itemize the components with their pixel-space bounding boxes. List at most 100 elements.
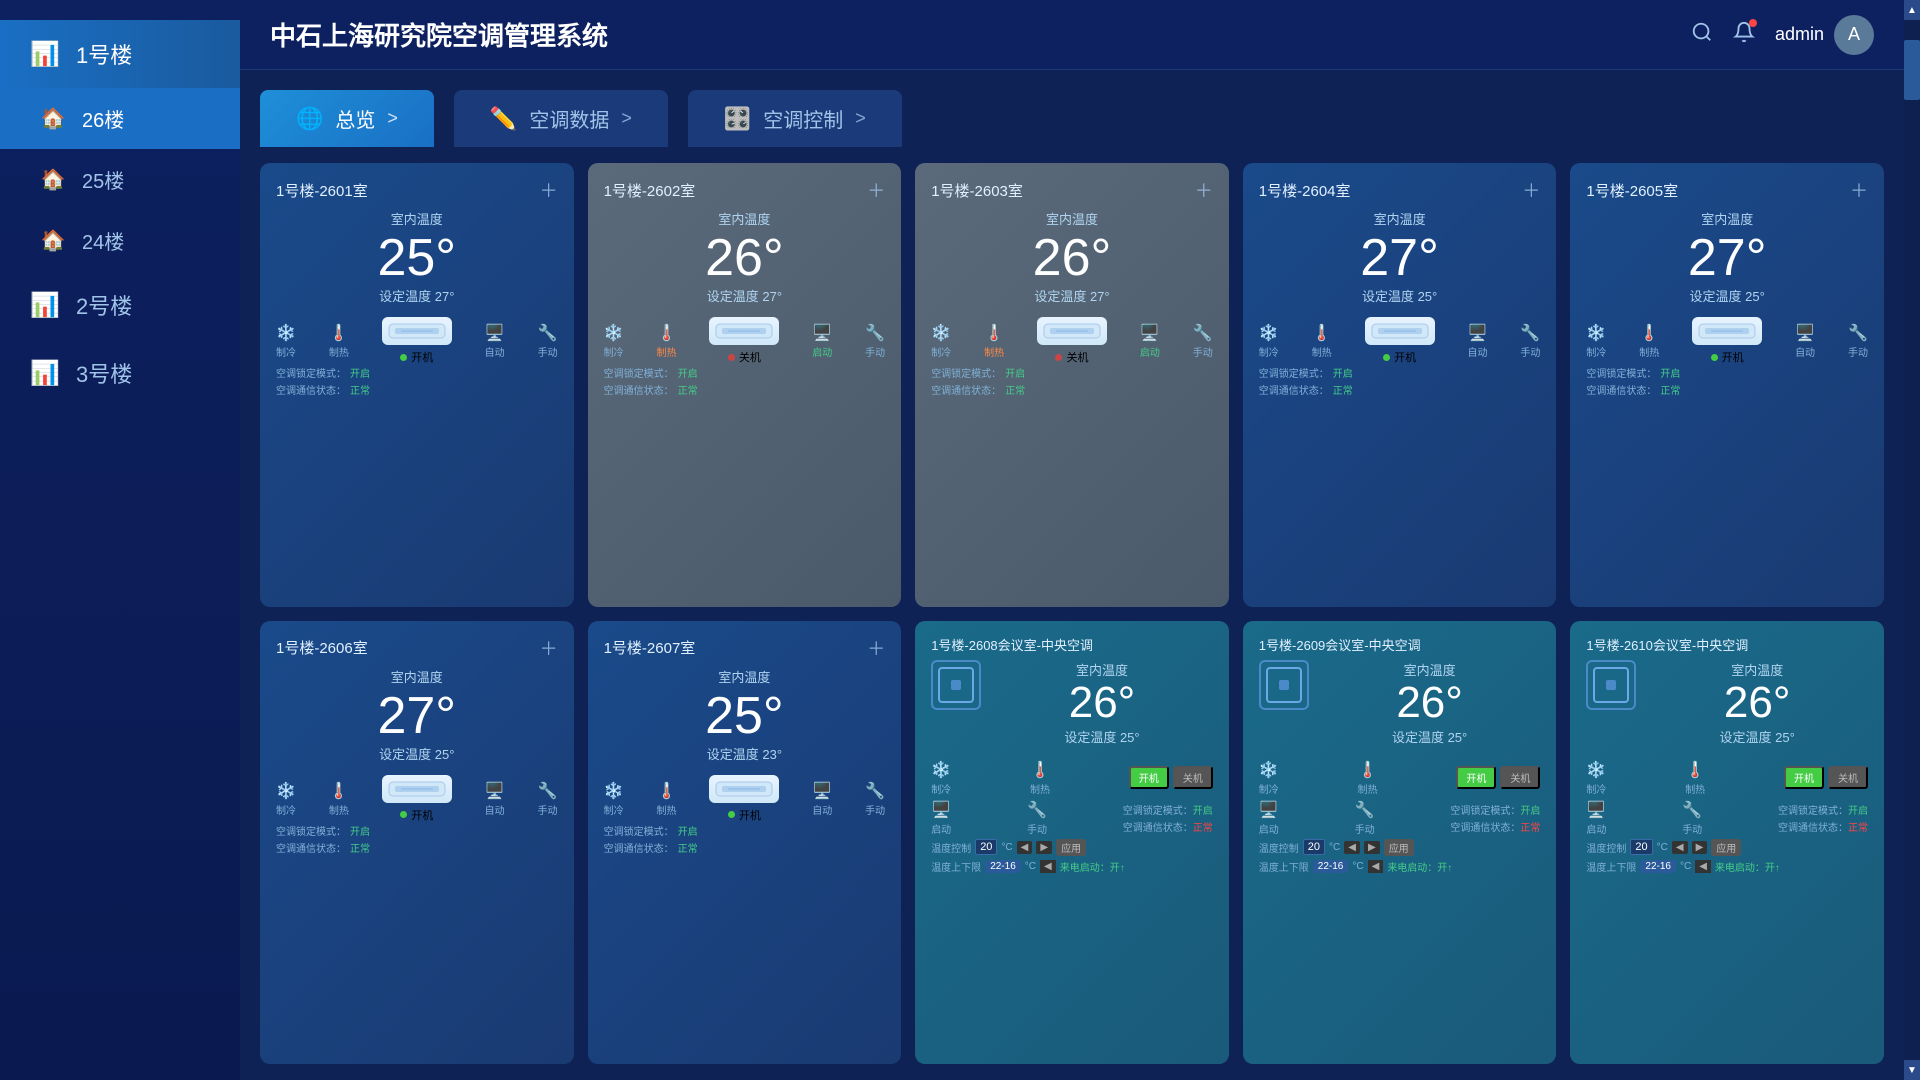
room-add-2607[interactable]: ＋ — [867, 635, 885, 661]
on-button-2608[interactable]: 开机 — [1129, 766, 1169, 789]
tab-ac-data[interactable]: ✏️ 空调数据 > — [454, 90, 668, 147]
auto-btn-2604[interactable]: 🖥️自动 — [1467, 323, 1487, 359]
room-add-2601[interactable]: ＋ — [540, 177, 558, 203]
flame-icon: 🌡️ — [329, 323, 349, 343]
ac-status-2605: 开机 — [1711, 349, 1744, 365]
room-card-2607[interactable]: 1号楼-2607室 ＋ 室内温度 25° 设定温度 23° ❄️制冷 🌡️制热 — [588, 621, 902, 1065]
manual-btn-2607[interactable]: 🔧手动 — [865, 781, 885, 817]
manual-btn-2610[interactable]: 🔧手动 — [1682, 800, 1702, 836]
tab-ac-control[interactable]: 🎛️ 空调控制 > — [688, 90, 902, 147]
heating-btn-2610[interactable]: 🌡️制热 — [1685, 760, 1705, 796]
heating-btn-2607[interactable]: 🌡️制热 — [656, 781, 676, 817]
scroll-down-button[interactable]: ▼ — [1904, 1060, 1920, 1080]
cooling-btn-2606[interactable]: ❄️制冷 — [276, 781, 296, 817]
cooling-btn-2603[interactable]: ❄️制冷 — [931, 323, 951, 359]
on-button-2610[interactable]: 开机 — [1784, 766, 1824, 789]
search-button[interactable] — [1691, 21, 1713, 49]
cooling-btn-2605[interactable]: ❄️制冷 — [1586, 323, 1606, 359]
scroll-thumb[interactable] — [1904, 40, 1920, 100]
auto-btn-2602[interactable]: 🖥️启动 — [812, 323, 832, 359]
auto-btn-2607[interactable]: 🖥️自动 — [812, 781, 832, 817]
nav-tabs: 🌐 总览 > ✏️ 空调数据 > 🎛️ 空调控制 > — [240, 70, 1904, 147]
heating-btn-2609[interactable]: 🌡️制热 — [1358, 760, 1378, 796]
manual-btn-2603[interactable]: 🔧手动 — [1193, 323, 1213, 359]
manual-btn-2601[interactable]: 🔧手动 — [538, 323, 558, 359]
status-label-2606: 开机 — [411, 807, 433, 823]
scroll-up-button[interactable]: ▲ — [1904, 0, 1920, 20]
room-card-2603[interactable]: 1号楼-2603室 ＋ 室内温度 26° 设定温度 27° ❄️制冷 🌡️制热 — [915, 163, 1229, 607]
heating-btn-2602[interactable]: 🌡️制热 — [656, 323, 676, 359]
heating-btn-2603[interactable]: 🌡️制热 — [984, 323, 1004, 359]
wrench-icon-2603: 🔧 — [1193, 323, 1213, 343]
cooling-btn-2608[interactable]: ❄️制冷 — [931, 760, 951, 796]
cooling-btn-2610[interactable]: ❄️制冷 — [1586, 760, 1606, 796]
room-card-2601[interactable]: 1号楼-2601室 ＋ 室内温度 25° 设定温度 27° ❄️制冷 🌡️制热 — [260, 163, 574, 607]
temp-set-2610: 设定温度 25° — [1646, 727, 1868, 746]
off-button-2609[interactable]: 关机 — [1500, 766, 1540, 789]
heating-btn-2601[interactable]: 🌡️制热 — [329, 323, 349, 359]
auto-btn-2605[interactable]: 🖥️自动 — [1795, 323, 1815, 359]
room-add-2605[interactable]: ＋ — [1850, 177, 1868, 203]
sidebar-floor-25[interactable]: 🏠 25楼 — [0, 149, 240, 210]
room-card-2604[interactable]: 1号楼-2604室 ＋ 室内温度 27° 设定温度 25° ❄️制冷 🌡️制热 — [1243, 163, 1557, 607]
off-button-2608[interactable]: 关机 — [1173, 766, 1213, 789]
sidebar-building-1[interactable]: 📊 1号楼 — [0, 20, 240, 88]
sidebar-building-2[interactable]: 📊 2号楼 — [0, 271, 240, 339]
auto-btn-2606[interactable]: 🖥️自动 — [485, 781, 505, 817]
manual-btn-2608[interactable]: 🔧手动 — [1027, 800, 1047, 836]
sidebar-building-3[interactable]: 📊 3号楼 — [0, 339, 240, 407]
manual-btn-2606[interactable]: 🔧手动 — [538, 781, 558, 817]
auto-btn-2603[interactable]: 🖥️启动 — [1140, 323, 1160, 359]
central-dot-2609 — [1279, 680, 1289, 690]
temp-value-2604: 27° — [1259, 232, 1541, 284]
temp-label-2609: 室内温度 — [1319, 660, 1541, 679]
auto-btn-2610[interactable]: 🖥️启动 — [1586, 800, 1606, 836]
room-add-2603[interactable]: ＋ — [1195, 177, 1213, 203]
room-card-2602[interactable]: 1号楼-2602室 ＋ 室内温度 26° 设定温度 27° ❄️制冷 🌡️制热 — [588, 163, 902, 607]
notification-button[interactable] — [1733, 21, 1755, 49]
temp-label-2608: 室内温度 — [991, 660, 1213, 679]
auto-btn-2608[interactable]: 🖥️启动 — [931, 800, 951, 836]
cooling-btn-2609[interactable]: ❄️制冷 — [1259, 760, 1279, 796]
room-add-2602[interactable]: ＋ — [867, 177, 885, 203]
sidebar-floor-26[interactable]: 🏠 26楼 — [0, 88, 240, 149]
apply-btn-2609[interactable]: 应用 — [1384, 839, 1414, 856]
auto-btn-2609[interactable]: 🖥️启动 — [1259, 800, 1279, 836]
heating-btn-2605[interactable]: 🌡️制热 — [1639, 323, 1659, 359]
tab-overview[interactable]: 🌐 总览 > — [260, 90, 434, 147]
lock-mode-row-2602: 空调锁定模式：开启 — [604, 365, 886, 380]
heating-btn-2604[interactable]: 🌡️制热 — [1312, 323, 1332, 359]
heating-btn-2606[interactable]: 🌡️制热 — [329, 781, 349, 817]
apply-btn-2608[interactable]: 应用 — [1056, 839, 1086, 856]
user-menu[interactable]: admin A — [1775, 15, 1874, 55]
auto-btn-2601[interactable]: 🖥️自动 — [485, 323, 505, 359]
cooling-btn-2602[interactable]: ❄️制冷 — [604, 323, 624, 359]
heating-btn-2608[interactable]: 🌡️制热 — [1030, 760, 1050, 796]
on-button-2609[interactable]: 开机 — [1456, 766, 1496, 789]
manual-btn-2609[interactable]: 🔧手动 — [1355, 800, 1375, 836]
room-card-2606[interactable]: 1号楼-2606室 ＋ 室内温度 27° 设定温度 25° ❄️制冷 🌡️制热 — [260, 621, 574, 1065]
cooling-btn-2604[interactable]: ❄️制冷 — [1259, 323, 1279, 359]
apply-btn-2610[interactable]: 应用 — [1711, 839, 1741, 856]
scroll-track[interactable] — [1904, 20, 1920, 1060]
wrench-icon-2604: 🔧 — [1520, 323, 1540, 343]
room-card-2608[interactable]: 1号楼-2608会议室-中央空调 室内温度 26° 设定温度 25° ❄️制冷 — [915, 621, 1229, 1065]
temp-set-2609: 设定温度 25° — [1319, 727, 1541, 746]
sidebar-floor-24[interactable]: 🏠 24楼 — [0, 210, 240, 271]
off-button-2610[interactable]: 关机 — [1828, 766, 1868, 789]
manual-btn-2602[interactable]: 🔧手动 — [865, 323, 885, 359]
cooling-btn-2601[interactable]: ❄️制冷 — [276, 323, 296, 359]
flame-icon-2605: 🌡️ — [1639, 323, 1659, 343]
temp-value-2607: 25° — [604, 690, 886, 742]
room-add-2606[interactable]: ＋ — [540, 635, 558, 661]
cooling-btn-2607[interactable]: ❄️制冷 — [604, 781, 624, 817]
room-card-2609[interactable]: 1号楼-2609会议室-中央空调 室内温度 26° 设定温度 25° ❄️制冷 — [1243, 621, 1557, 1065]
room-card-2610[interactable]: 1号楼-2610会议室-中央空调 室内温度 26° 设定温度 25° ❄️制冷 — [1570, 621, 1884, 1065]
room-title-2607: 1号楼-2607室 — [604, 637, 696, 658]
temp-label-2610: 室内温度 — [1646, 660, 1868, 679]
manual-btn-2605[interactable]: 🔧手动 — [1848, 323, 1868, 359]
status-label-2601: 开机 — [411, 349, 433, 365]
room-card-2605[interactable]: 1号楼-2605室 ＋ 室内温度 27° 设定温度 25° ❄️制冷 🌡️制热 — [1570, 163, 1884, 607]
room-add-2604[interactable]: ＋ — [1522, 177, 1540, 203]
manual-btn-2604[interactable]: 🔧手动 — [1520, 323, 1540, 359]
